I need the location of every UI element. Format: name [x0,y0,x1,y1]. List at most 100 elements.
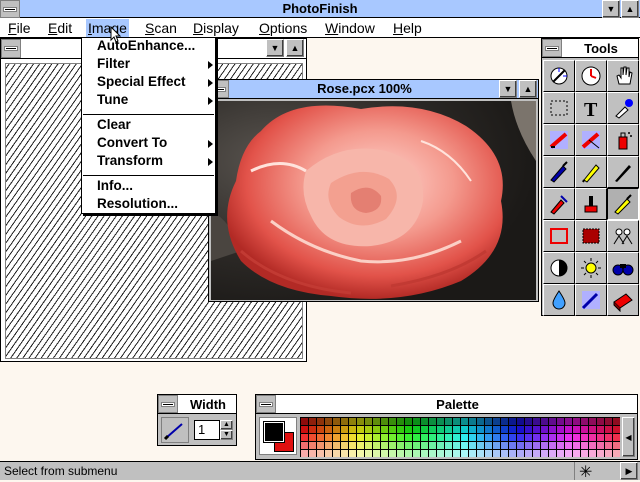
color-swatch[interactable] [341,426,348,433]
menu-item-info[interactable]: Info... [97,178,133,193]
color-swatch[interactable] [357,442,364,449]
color-swatch[interactable] [421,418,428,425]
color-swatch[interactable] [525,418,532,425]
color-swatch[interactable] [325,442,332,449]
color-swatch[interactable] [509,418,516,425]
tool-text[interactable]: T [575,92,607,124]
tool-highlighter[interactable] [607,188,639,220]
tool-magic-wand[interactable] [543,60,575,92]
color-swatch[interactable] [509,426,516,433]
color-swatch[interactable] [397,426,404,433]
color-swatch[interactable] [485,418,492,425]
color-swatch[interactable] [405,442,412,449]
color-swatch[interactable] [341,450,348,457]
color-swatch[interactable] [453,434,460,441]
color-swatch[interactable] [421,442,428,449]
tool-zoom[interactable] [575,60,607,92]
color-swatch[interactable] [589,450,596,457]
tool-hand[interactable] [607,60,639,92]
color-swatch[interactable] [429,418,436,425]
palette-system-menu-button[interactable] [256,395,276,413]
color-swatch[interactable] [525,434,532,441]
color-swatch[interactable] [301,426,308,433]
color-swatch[interactable] [453,442,460,449]
tool-blur[interactable] [543,284,575,316]
color-swatch[interactable] [533,418,540,425]
color-swatch[interactable] [325,418,332,425]
color-swatch[interactable] [445,434,452,441]
color-swatch[interactable] [469,450,476,457]
menu-file[interactable]: File [6,19,33,37]
color-swatch[interactable] [541,434,548,441]
color-swatch[interactable] [485,450,492,457]
color-swatch[interactable] [325,450,332,457]
color-swatch[interactable] [413,442,420,449]
color-swatch[interactable] [477,418,484,425]
color-swatch[interactable] [573,442,580,449]
tool-cutout[interactable] [607,284,639,316]
color-swatch[interactable] [485,434,492,441]
color-swatch[interactable] [405,426,412,433]
color-swatch[interactable] [309,442,316,449]
menu-edit[interactable]: Edit [46,19,74,37]
color-swatch[interactable] [397,434,404,441]
color-swatch[interactable] [357,426,364,433]
color-swatch[interactable] [597,442,604,449]
tool-stamp[interactable] [575,188,607,220]
tool-clone[interactable] [543,188,575,220]
tool-brush[interactable] [543,156,575,188]
tool-binoculars[interactable] [607,252,639,284]
doc-minimize-button[interactable]: ▼ [266,39,284,57]
color-swatch[interactable] [581,450,588,457]
color-swatch[interactable] [501,450,508,457]
color-swatch[interactable] [493,434,500,441]
color-swatch[interactable] [605,442,612,449]
color-swatch[interactable] [421,450,428,457]
color-swatch[interactable] [309,450,316,457]
color-swatch[interactable] [613,434,620,441]
color-swatch[interactable] [605,434,612,441]
color-swatch[interactable] [485,426,492,433]
color-swatch[interactable] [461,434,468,441]
color-swatch[interactable] [309,434,316,441]
color-swatch[interactable] [525,442,532,449]
menu-item-clear[interactable]: Clear [97,117,131,132]
color-swatch[interactable] [597,434,604,441]
color-swatch[interactable] [365,434,372,441]
color-swatch[interactable] [501,434,508,441]
color-swatch[interactable] [397,450,404,457]
tool-eyedropper[interactable] [607,92,639,124]
color-swatch[interactable] [525,450,532,457]
color-swatch[interactable] [317,426,324,433]
color-swatch[interactable] [389,442,396,449]
color-swatch[interactable] [461,426,468,433]
doc-maximize-button[interactable]: ▲ [286,39,304,57]
minimize-button[interactable]: ▼ [602,0,620,18]
width-system-menu-button[interactable] [158,395,178,413]
width-increase-button[interactable]: ▲ [220,420,233,430]
color-swatch[interactable] [397,418,404,425]
color-swatch[interactable] [573,434,580,441]
color-swatch[interactable] [437,450,444,457]
color-swatch[interactable] [381,426,388,433]
color-swatch[interactable] [381,442,388,449]
color-swatch[interactable] [565,450,572,457]
color-swatch[interactable] [405,418,412,425]
color-swatch[interactable] [373,426,380,433]
menu-options[interactable]: Options [257,19,309,37]
color-swatch[interactable] [333,434,340,441]
color-swatch[interactable] [429,434,436,441]
color-swatch[interactable] [517,426,524,433]
color-swatch[interactable] [509,434,516,441]
color-swatch[interactable] [413,418,420,425]
color-swatch[interactable] [493,442,500,449]
menu-item-filter[interactable]: Filter [97,56,130,71]
color-swatch[interactable] [493,450,500,457]
color-swatch[interactable] [469,434,476,441]
color-swatch[interactable] [373,450,380,457]
color-swatch[interactable] [381,434,388,441]
color-swatch[interactable] [573,418,580,425]
tool-color-replace[interactable] [575,124,607,156]
color-swatch[interactable] [301,418,308,425]
menu-item-convert-to[interactable]: Convert To [97,135,167,150]
